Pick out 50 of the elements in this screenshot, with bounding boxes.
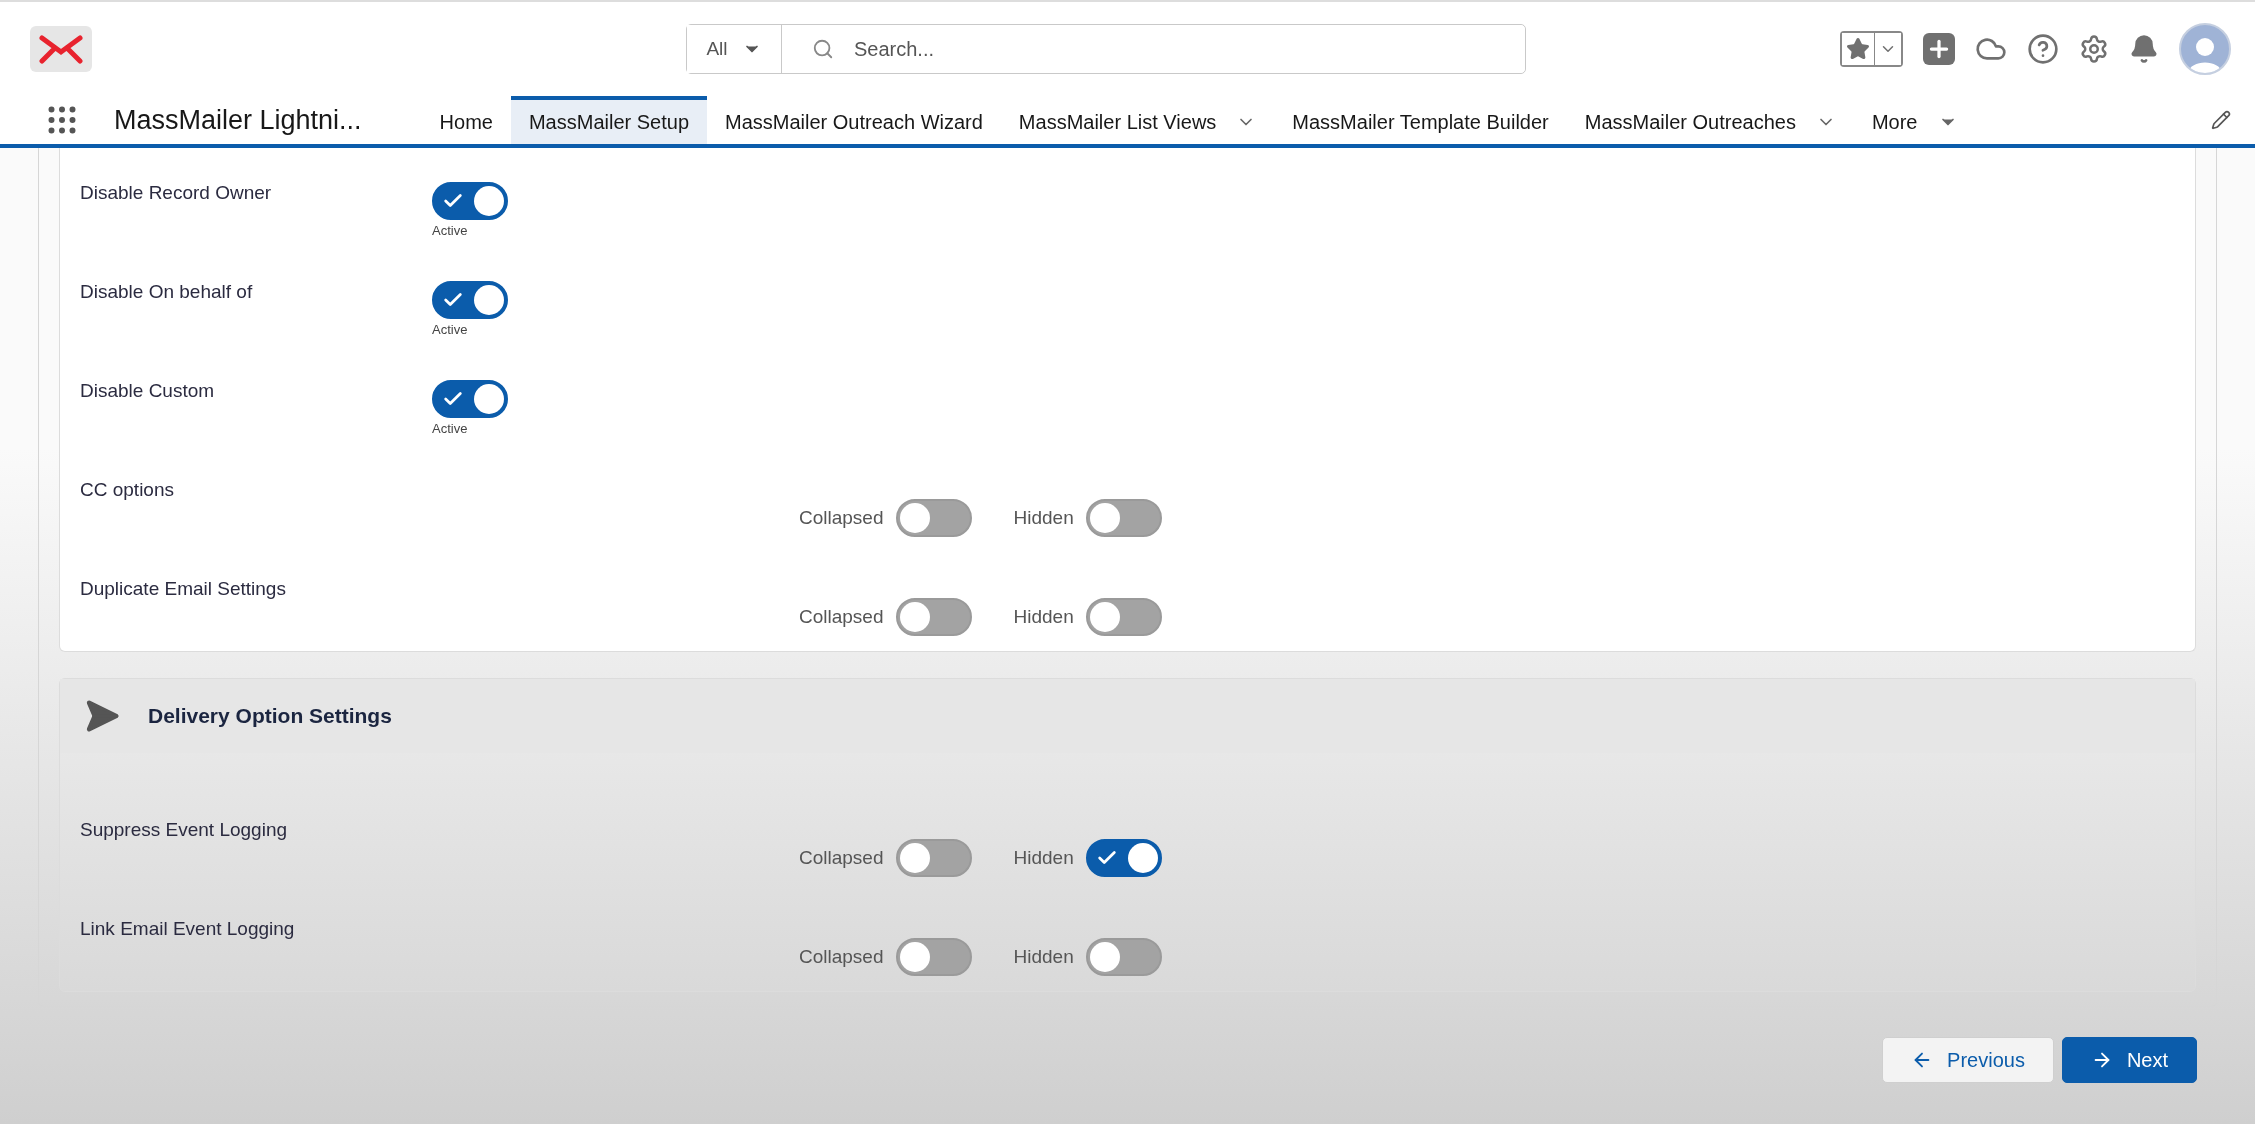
toggle-label: Hidden	[1013, 507, 1074, 529]
toggle-status: Active	[432, 223, 468, 238]
toggle-status: Active	[432, 322, 468, 337]
help-button[interactable]	[2027, 33, 2059, 65]
search-field[interactable]: Search...	[852, 25, 1525, 73]
toggle-switch[interactable]	[1085, 938, 1162, 976]
toggle-label: Hidden	[1013, 946, 1074, 968]
toggle-switch[interactable]	[895, 839, 972, 877]
settings-button[interactable]	[2079, 34, 2109, 64]
toggle-switch[interactable]	[432, 182, 508, 220]
toggle-switch[interactable]	[432, 380, 508, 418]
search-bar[interactable]: All Search...	[686, 24, 1526, 74]
toggle-switch[interactable]	[1085, 839, 1162, 877]
search-icon	[812, 38, 834, 60]
setting-label: Disable On behalf of	[80, 281, 254, 303]
next-button[interactable]: Next	[2061, 1037, 2197, 1083]
toggle-switch[interactable]	[895, 598, 972, 636]
toggle-switch[interactable]	[895, 938, 972, 976]
nav-tab[interactable]: MassMailer Setup	[510, 96, 707, 144]
app-title: MassMailer Lightni...	[114, 103, 362, 137]
toggle-label: Collapsed	[799, 606, 884, 628]
bell-icon	[2129, 34, 2159, 64]
toggle-label: Hidden	[1013, 606, 1074, 628]
toggle-switch[interactable]	[1085, 598, 1162, 636]
settings-icon	[2079, 34, 2109, 64]
star-icon	[1846, 37, 1870, 61]
setting-label: Disable Record Owner	[80, 182, 273, 204]
setting-label: CC options	[80, 479, 175, 501]
toggle-label: Collapsed	[799, 847, 884, 869]
toggle-switch[interactable]	[895, 499, 972, 537]
add-button[interactable]	[1923, 33, 1955, 65]
toggle-label: Collapsed	[799, 507, 884, 529]
search-scope-dropdown[interactable]: All	[687, 25, 782, 73]
previous-button[interactable]: Previous	[1882, 1037, 2054, 1083]
help-icon	[2027, 33, 2059, 65]
setting-label: Disable Custom	[80, 380, 216, 402]
envelope-logo[interactable]	[30, 26, 92, 72]
favorites-menu-button[interactable]	[1874, 33, 1901, 65]
toggle-status: Active	[432, 421, 468, 436]
notifications-button[interactable]	[2129, 34, 2159, 64]
toggle-label: Hidden	[1013, 847, 1074, 869]
pencil-icon	[2211, 110, 2231, 130]
setting-label: Suppress Event Logging	[80, 819, 289, 841]
setting-label: Link Email Event Logging	[80, 918, 296, 940]
setting-label: Duplicate Email Settings	[80, 578, 287, 600]
toggle-switch[interactable]	[1085, 499, 1162, 537]
toggle-switch[interactable]	[432, 281, 508, 319]
envelope-icon	[39, 34, 83, 64]
section-title: Delivery Option Settings	[148, 704, 392, 728]
toggle-label: Collapsed	[799, 946, 884, 968]
